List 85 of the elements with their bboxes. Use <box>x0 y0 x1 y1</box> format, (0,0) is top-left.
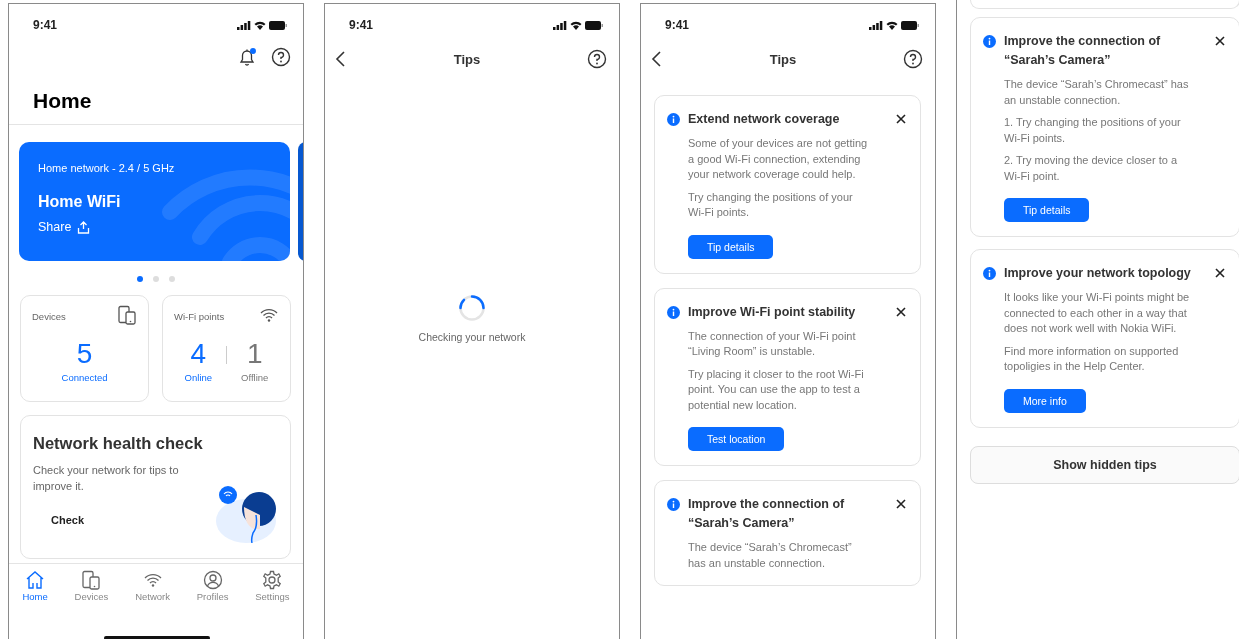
screen-title: Tips <box>453 51 481 67</box>
tip-text: The device “Sarah’s Chromecast” has an unstable connection. <box>688 540 853 571</box>
tip-action-button[interactable]: Test location <box>688 427 785 451</box>
online-count: 4 <box>190 340 207 368</box>
close-icon <box>896 306 906 317</box>
page-title: Home <box>33 89 93 113</box>
network-name: Home WiFi <box>38 193 122 211</box>
back-icon[interactable] <box>651 50 663 68</box>
signal-icon <box>869 20 883 30</box>
settings-icon <box>262 570 283 590</box>
help-icon[interactable] <box>271 47 291 67</box>
wifi-icon <box>886 20 898 30</box>
status-time: 9:41 <box>665 18 690 32</box>
wifi-points-tile[interactable]: Wi-Fi points 4 Online 1 Offline <box>162 295 291 402</box>
help-icon[interactable] <box>587 49 607 69</box>
profile-icon <box>202 570 223 590</box>
devices-icon <box>117 305 137 325</box>
tip-text: It looks like your Wi-Fi points might be connected to each other in a way that does not work well with Nokia WiFi. <box>1004 290 1191 336</box>
close-icon <box>896 114 906 124</box>
count-caption: Connected <box>61 372 108 383</box>
page-dot[interactable] <box>137 276 143 282</box>
tip-action-button[interactable]: Tip details <box>688 234 774 259</box>
signal-icon <box>237 20 251 30</box>
check-button[interactable]: Check <box>43 508 93 532</box>
battery-icon <box>269 20 287 30</box>
page-dot[interactable] <box>153 276 159 282</box>
battery-icon <box>585 20 603 30</box>
share-link[interactable]: Share <box>38 220 91 234</box>
wifi-icon <box>254 20 266 30</box>
tip-action-button[interactable]: More info <box>1004 388 1086 413</box>
bell-icon[interactable] <box>237 47 257 67</box>
info-icon <box>983 35 996 48</box>
tip-title: Improve the connection of “Sarah’s Camera” <box>1004 33 1162 69</box>
info-icon <box>667 113 680 126</box>
tab-bar-item[interactable]: Network <box>131 568 174 604</box>
tip-text: The device “Sarah’s Chromecast” has an unstable connection. <box>1004 77 1190 108</box>
close-icon <box>896 499 906 509</box>
tip-action-button[interactable]: Tip details <box>1004 198 1090 222</box>
help-icon[interactable] <box>903 49 923 69</box>
tab-bar-item[interactable]: Home <box>18 568 52 604</box>
screen-title: Tips <box>769 51 797 67</box>
tip-text: Try placing it closer to the root Wi-Fi point. You can use the app to test a potential new location. <box>688 366 865 413</box>
close-icon <box>1215 36 1225 46</box>
back-icon[interactable] <box>335 50 347 68</box>
status-time: 9:41 <box>349 18 374 32</box>
tip-title: Improve the connection of “Sarah’s Camera” <box>688 496 846 532</box>
tip-text: 2. Try moving the device closer to a Wi-Fi point. <box>1004 153 1179 184</box>
card-title: Network health check <box>33 434 204 453</box>
info-icon <box>667 498 680 511</box>
tip-text: The connection of your Wi-Fi point “Living Room” is unstable. <box>688 328 857 359</box>
close-icon <box>1215 268 1225 278</box>
info-icon <box>983 267 996 280</box>
tab-bar-item[interactable]: Settings <box>251 568 294 604</box>
device-count: 5 <box>76 340 93 368</box>
count-caption: Offline <box>241 372 269 383</box>
share-icon <box>77 220 91 234</box>
tip-text: Find more information on supported topoligies in the Help Center. <box>1004 343 1180 374</box>
wifi-icon <box>570 20 582 30</box>
status-time: 9:41 <box>33 18 58 32</box>
card-text: Check your network for tips to improve it. <box>33 463 180 494</box>
network-card[interactable]: Home network - 2.4 / 5 GHz Home WiFi Share <box>19 142 290 261</box>
home-icon <box>25 570 46 590</box>
person-headset-drawing <box>216 485 278 543</box>
tile-label: Devices <box>32 311 66 322</box>
tip-title: Extend network coverage <box>688 111 840 128</box>
tip-title: Improve Wi-Fi point stability <box>688 303 856 321</box>
devices-tile[interactable]: Devices 5 Connected <box>20 295 149 402</box>
tip-text: Some of your devices are not getting a good Wi-Fi connection, extending your network coverage could help. <box>688 136 869 182</box>
tab-bar-item[interactable]: Profiles <box>192 568 233 604</box>
info-icon <box>667 305 680 319</box>
network-frequency-label: Home network - 2.4 / 5 GHz <box>38 162 176 174</box>
tip-text: Try changing the positions of your Wi-Fi points. <box>688 189 854 220</box>
loading-spinner <box>458 294 486 322</box>
loading-message: Checking your network <box>418 331 526 343</box>
tip-text: 1. Try changing the positions of your Wi-Fi points. <box>1004 115 1182 146</box>
tile-label: Wi-Fi points <box>174 311 225 322</box>
devices-icon <box>81 570 102 590</box>
page-dot[interactable] <box>169 276 175 282</box>
signal-icon <box>553 20 567 30</box>
tip-title: Improve your network topology <box>1004 265 1191 282</box>
offline-count: 1 <box>246 340 263 368</box>
battery-icon <box>901 20 919 30</box>
tab-bar-item[interactable]: Devices <box>70 568 113 604</box>
count-caption: Online <box>184 372 213 383</box>
show-hidden-tips-button[interactable]: Show hidden tips <box>970 445 1239 484</box>
